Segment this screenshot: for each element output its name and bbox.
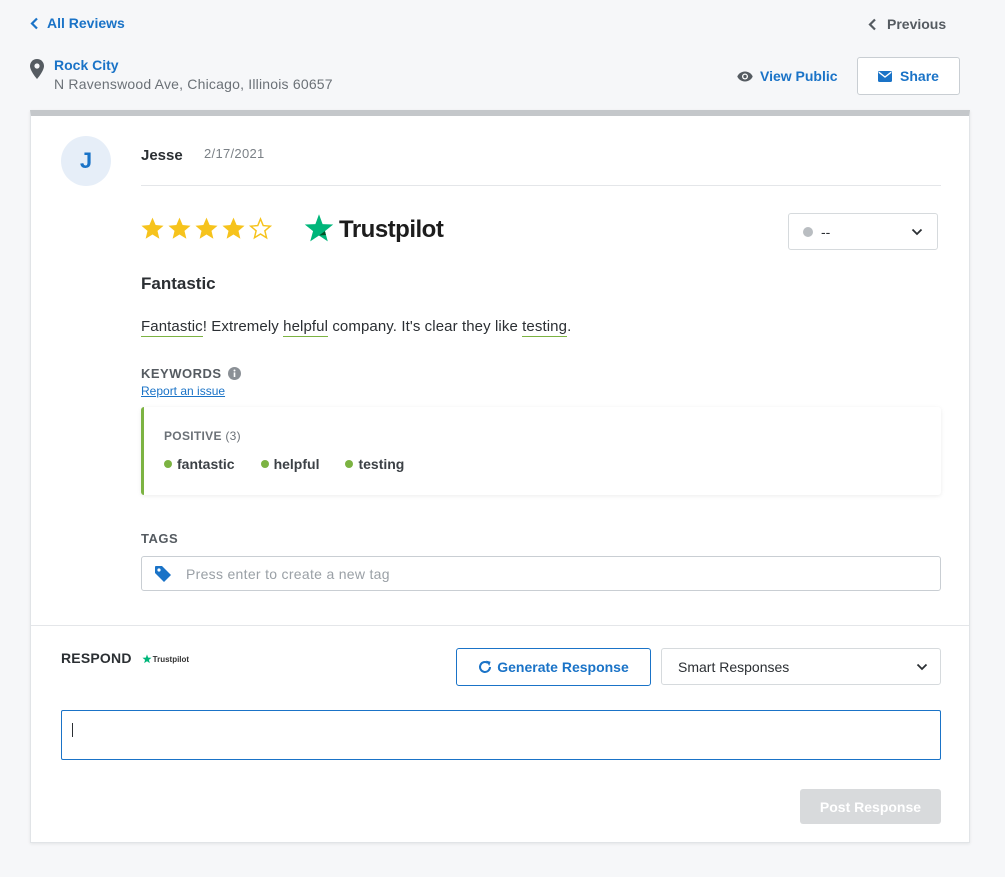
status-dropdown[interactable]: --: [788, 213, 938, 250]
eye-icon: [737, 71, 753, 81]
keyword-chip[interactable]: testing: [345, 456, 404, 472]
all-reviews-label: All Reviews: [47, 15, 125, 31]
chevron-down-icon: [916, 663, 928, 670]
keywords-heading: KEYWORDS: [141, 366, 241, 381]
tag-icon: [155, 565, 171, 582]
respond-heading: RESPOND Trustpilot: [61, 650, 189, 666]
keywords-label: KEYWORDS: [141, 366, 222, 381]
tag-input[interactable]: [186, 565, 886, 582]
keywords-panel: POSITIVE (3) fantastic helpful testing: [141, 407, 941, 495]
review-text: company. It's clear they like: [328, 318, 523, 335]
status-value: --: [821, 223, 831, 240]
review-card: J Jesse 2/17/2021 Trustpilot -- Fantasti…: [30, 110, 970, 843]
response-textarea-container[interactable]: [61, 710, 941, 760]
review-title: Fantastic: [141, 274, 216, 293]
positive-dot: [164, 460, 172, 468]
review-text: ! Extremely: [202, 318, 284, 335]
star-rating: [140, 216, 273, 241]
keyword-highlight[interactable]: helpful: [283, 318, 329, 337]
chevron-down-icon: [911, 228, 923, 235]
report-issue-link[interactable]: Report an issue: [141, 384, 225, 398]
positive-dot: [260, 460, 269, 468]
positive-count: (3): [225, 429, 241, 443]
view-public-label: View Public: [760, 68, 838, 84]
star-filled-icon: [141, 217, 164, 239]
positive-keywords: fantastic helpful testing: [164, 456, 404, 472]
chevron-left-icon: [30, 17, 38, 29]
all-reviews-link[interactable]: All Reviews: [30, 15, 125, 31]
location-address: N Ravenswood Ave, Chicago, Illinois 6065…: [54, 76, 333, 92]
response-textarea[interactable]: [72, 719, 930, 751]
review-date: 2/17/2021: [204, 146, 265, 161]
smart-responses-label: Smart Responses: [678, 658, 790, 675]
refresh-icon: [479, 660, 492, 673]
text-caret: [72, 723, 73, 737]
positive-dot: [345, 460, 354, 468]
divider: [31, 625, 969, 626]
envelope-icon: [878, 70, 893, 82]
generate-response-button[interactable]: Generate Response: [456, 648, 651, 686]
previous-label: Previous: [887, 16, 947, 32]
divider: [141, 185, 941, 186]
review-text: .: [567, 318, 572, 335]
keyword-label: helpful: [273, 456, 320, 472]
location-info: Rock City N Ravenswood Ave, Chicago, Ill…: [30, 57, 333, 92]
trustpilot-star-icon: [142, 654, 152, 664]
trustpilot-small-wordmark: Trustpilot: [152, 654, 190, 664]
view-public-link[interactable]: View Public: [737, 68, 838, 84]
tag-input-field[interactable]: [141, 556, 941, 591]
star-filled-icon: [195, 217, 218, 239]
trustpilot-star-icon: [304, 213, 334, 241]
review-author: Jesse: [141, 147, 183, 164]
smart-responses-dropdown[interactable]: Smart Responses: [661, 648, 941, 685]
info-icon[interactable]: [227, 367, 241, 380]
tags-label: TAGS: [141, 531, 179, 546]
status-dot: [803, 226, 813, 237]
keyword-highlight[interactable]: Fantastic: [141, 318, 203, 337]
avatar: J: [61, 136, 111, 186]
share-label: Share: [900, 68, 939, 84]
respond-label: RESPOND: [61, 650, 132, 666]
chevron-left-icon: [868, 18, 876, 30]
generate-response-label: Generate Response: [497, 659, 629, 675]
star-filled-icon: [222, 217, 245, 239]
keyword-chip[interactable]: fantastic: [164, 456, 235, 472]
share-button[interactable]: Share: [857, 57, 960, 95]
map-pin-icon: [30, 59, 44, 79]
positive-heading: POSITIVE (3): [164, 429, 241, 443]
trustpilot-small-logo: Trustpilot: [142, 654, 189, 664]
keyword-highlight[interactable]: testing: [522, 318, 568, 337]
keyword-label: testing: [358, 456, 405, 472]
star-filled-icon: [168, 217, 191, 239]
location-name-link[interactable]: Rock City: [54, 57, 333, 73]
keyword-chip[interactable]: helpful: [260, 456, 320, 472]
previous-review-button[interactable]: Previous: [868, 16, 946, 32]
post-response-button[interactable]: Post Response: [800, 789, 941, 824]
star-empty-icon: [248, 216, 273, 240]
keyword-label: fantastic: [177, 456, 235, 472]
review-body: Fantastic! Extremely helpful company. It…: [141, 318, 572, 337]
trustpilot-logo: Trustpilot: [303, 212, 444, 244]
trustpilot-wordmark: Trustpilot: [339, 216, 444, 243]
positive-label: POSITIVE: [164, 429, 222, 443]
